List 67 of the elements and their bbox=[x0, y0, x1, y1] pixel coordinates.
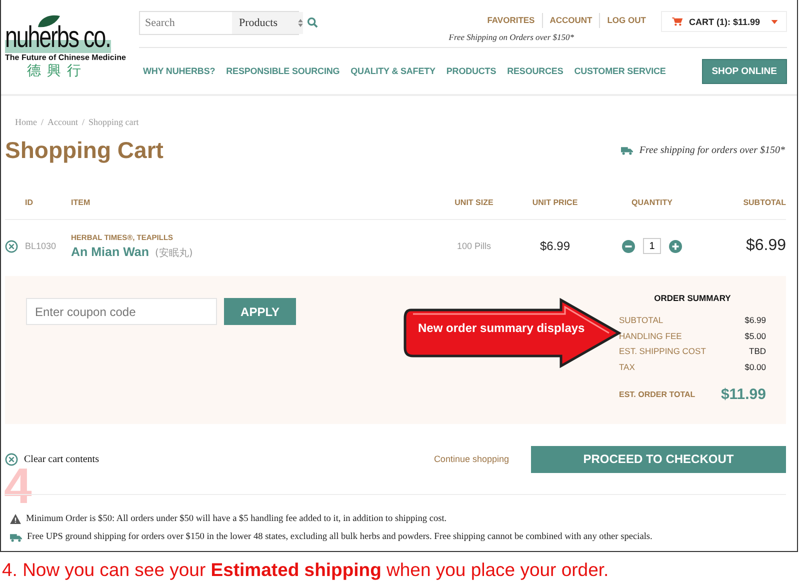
summary-value: $0.00 bbox=[744, 362, 766, 374]
breadcrumb-link[interactable]: Shopping cart bbox=[88, 117, 139, 131]
truck-icon bbox=[10, 532, 22, 542]
nav-link[interactable]: WHY NUHERBS? bbox=[143, 66, 216, 76]
column-header: UNIT SIZE bbox=[454, 198, 494, 207]
logo-chinese-name: 德興行 bbox=[27, 62, 88, 80]
quantity-field[interactable]: 1 bbox=[643, 238, 661, 254]
search-icon[interactable] bbox=[307, 17, 318, 28]
truck-icon bbox=[621, 146, 634, 155]
breadcrumb-separator: / bbox=[41, 117, 44, 129]
summary-title: ORDER SUMMARY bbox=[653, 293, 732, 303]
caret-icon bbox=[771, 20, 778, 24]
clear-cart-link[interactable]: Clear cart contents bbox=[24, 454, 99, 464]
free-shipping-text: Free shipping for orders over $150* bbox=[639, 145, 785, 156]
item-id: BL1030 bbox=[25, 241, 58, 251]
page-title: Shopping Cart bbox=[5, 137, 164, 164]
warning-icon bbox=[10, 514, 21, 524]
summary-label: TAX bbox=[619, 362, 635, 374]
unit-size: 100 Pills bbox=[456, 241, 492, 251]
total-label: EST. ORDER TOTAL bbox=[619, 390, 696, 399]
nav-link[interactable]: PRODUCTS bbox=[446, 66, 496, 76]
column-header: QUANTITY bbox=[630, 198, 674, 207]
nav-link[interactable]: RESPONSIBLE SOURCING bbox=[226, 66, 340, 76]
item-subtotal: $6.99 bbox=[744, 237, 786, 255]
nav-link[interactable]: QUALITY & SAFETY bbox=[350, 66, 436, 76]
summary-value: $5.00 bbox=[744, 330, 766, 342]
header-link[interactable]: LOG OUT bbox=[599, 13, 653, 28]
column-header: SUBTOTAL bbox=[742, 198, 786, 207]
column-header: UNIT PRICE bbox=[531, 198, 579, 207]
logo-wordmark[interactable]: nuherbs co. bbox=[5, 25, 110, 51]
remove-icon[interactable] bbox=[5, 240, 18, 252]
total-value: $11.99 bbox=[720, 386, 766, 403]
nav-link[interactable]: RESOURCES bbox=[507, 66, 564, 76]
callout-text: New order summary displays bbox=[418, 321, 585, 335]
category-select[interactable]: Products bbox=[232, 12, 302, 34]
apply-button[interactable]: APPLY bbox=[224, 298, 296, 325]
continue-shopping-link[interactable]: Continue shopping bbox=[434, 454, 509, 464]
summary-label: SUBTOTAL bbox=[619, 315, 664, 327]
item-name[interactable]: An Mian Wan bbox=[71, 244, 150, 258]
summary-label: EST. SHIPPING COST bbox=[619, 346, 706, 358]
plus-icon[interactable] bbox=[669, 240, 682, 252]
coupon-field[interactable]: Enter coupon code bbox=[26, 298, 217, 325]
remove-icon[interactable] bbox=[5, 452, 18, 466]
header-link[interactable]: FAVORITES bbox=[480, 13, 542, 28]
summary-value: $6.99 bbox=[744, 315, 766, 327]
policy-note: Minimum Order is $50: All orders under $50 will have a $5 handling fee added to it, in addition to shipping cost. bbox=[26, 514, 447, 524]
breadcrumb-separator: / bbox=[82, 117, 85, 129]
cart-icon bbox=[672, 17, 683, 26]
breadcrumb-link[interactable]: Account bbox=[48, 117, 78, 131]
header-link[interactable]: ACCOUNT bbox=[542, 13, 600, 28]
cart-button[interactable]: CART (1): $11.99 bbox=[660, 11, 787, 32]
caption-text: 4. Now you can see your Estimated shipping when you place your order. bbox=[1, 558, 610, 581]
summary-label: HANDLING FEE bbox=[619, 330, 682, 342]
minus-icon[interactable] bbox=[622, 240, 635, 252]
item-chinese-name: (安眠丸) bbox=[155, 246, 193, 260]
column-header: ID bbox=[25, 198, 34, 207]
checkout-button[interactable]: PROCEED TO CHECKOUT bbox=[531, 446, 786, 472]
sort-arrows-icon bbox=[298, 19, 302, 27]
nav-link[interactable]: CUSTOMER SERVICE bbox=[574, 66, 666, 76]
shop-online-button[interactable]: SHOP ONLINE bbox=[702, 58, 787, 84]
summary-value: TBD bbox=[749, 346, 766, 358]
unit-price: $6.99 bbox=[538, 239, 572, 253]
breadcrumb-link[interactable]: Home bbox=[15, 117, 37, 131]
policy-note: Free UPS ground shipping for orders over $150 in the lower 48 states, excluding all bulk herbs and powders. Free shipping cannot be combined with any other specials. bbox=[27, 532, 652, 542]
logo-tagline: The Future of Chinese Medicine bbox=[5, 53, 127, 62]
column-header: ITEM bbox=[71, 198, 92, 207]
shipping-note: Free Shipping on Orders over $150* bbox=[448, 32, 574, 42]
